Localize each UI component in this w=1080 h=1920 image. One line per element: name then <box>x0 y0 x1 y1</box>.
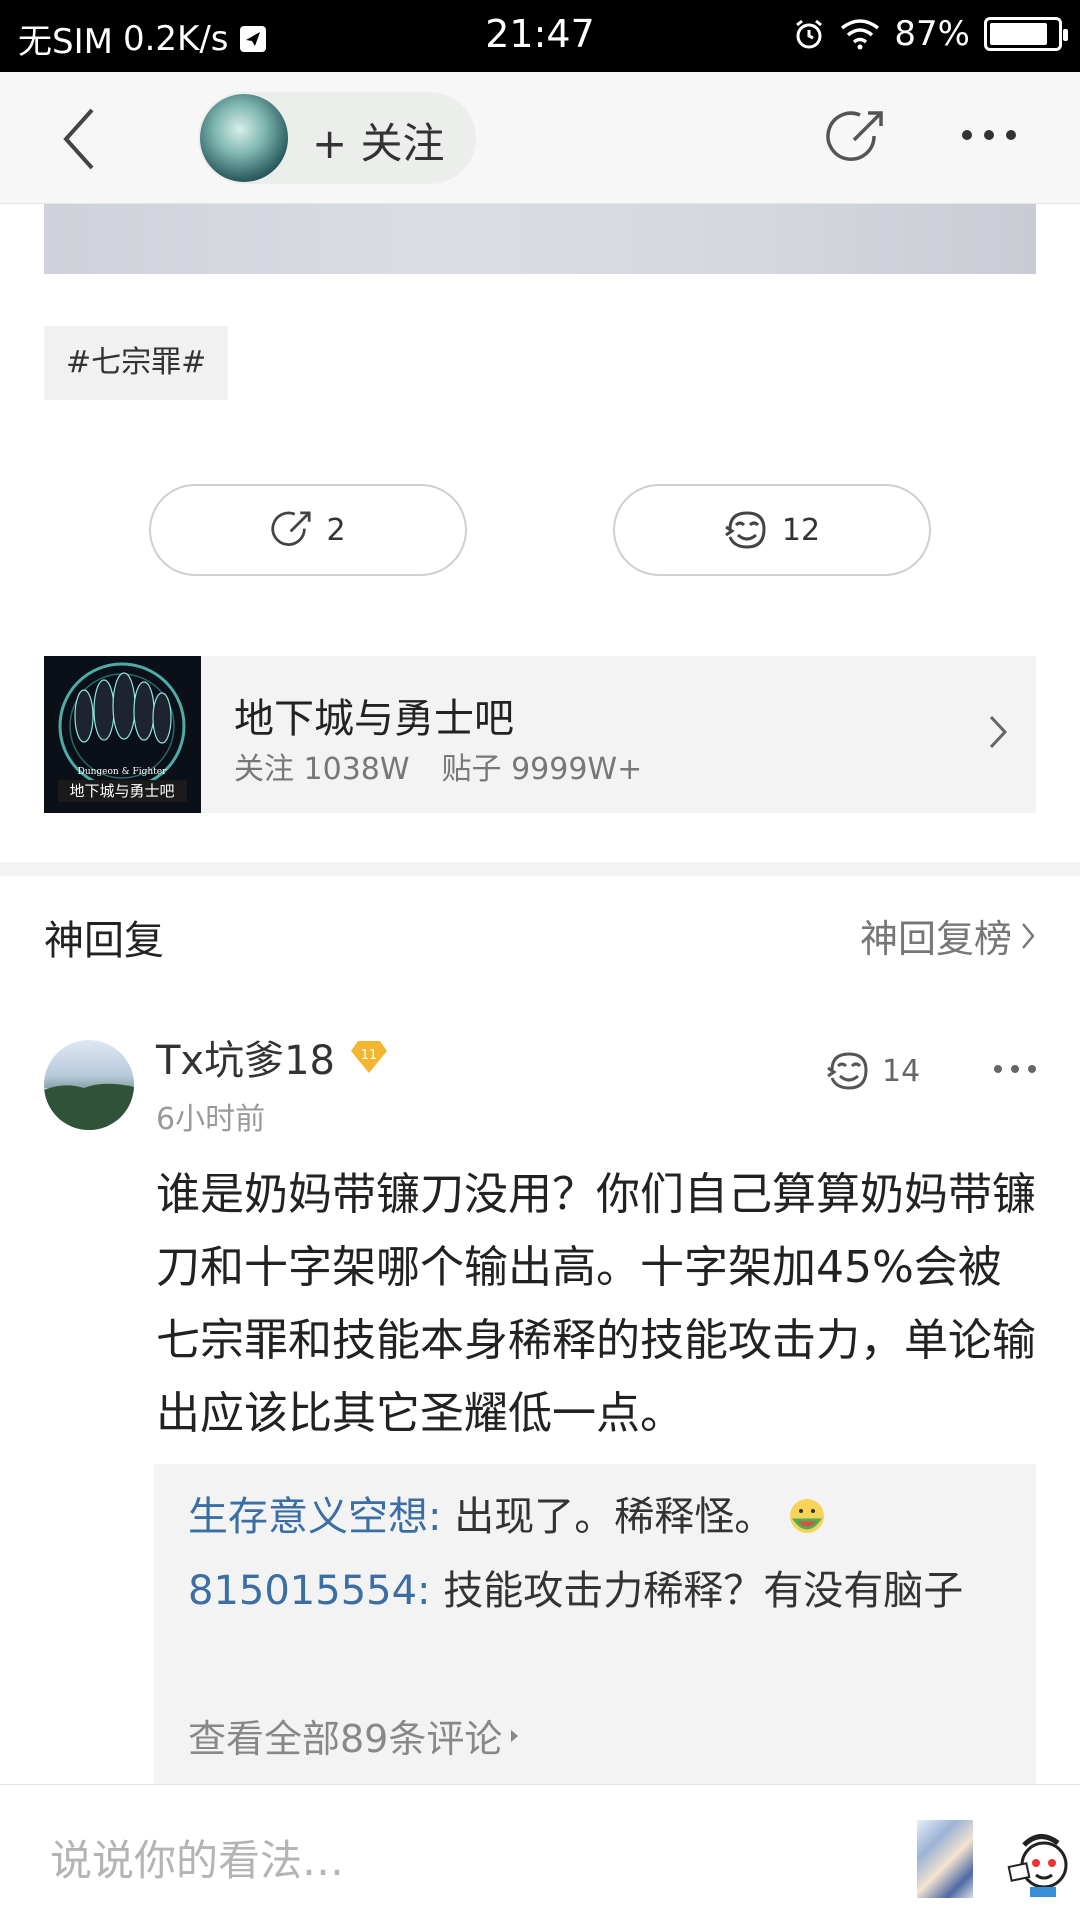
comment-input[interactable]: 说说你的看法… <box>50 1827 344 1888</box>
share-icon <box>271 511 312 546</box>
dot-icon <box>984 130 994 140</box>
commenter-name-row: Tx坑爹18 11 <box>156 1028 389 1086</box>
more-options-button[interactable] <box>962 130 1016 140</box>
reply-author[interactable]: 生存意义空想: <box>188 1494 441 1540</box>
reply-item[interactable]: 815015554: 技能攻击力稀释？有没有脑子 <box>188 1560 1008 1622</box>
image-picker-thumbnail[interactable] <box>917 1820 973 1898</box>
dot-icon <box>1006 130 1016 140</box>
level-badge-icon: 11 <box>351 1041 388 1073</box>
ranking-link-label: 神回复榜 <box>859 917 1012 961</box>
reply-item[interactable]: 生存意义空想: 出现了。稀释怪。 <box>188 1486 1008 1548</box>
wifi-icon <box>840 18 880 50</box>
forum-logo: Dungeon & Fighter 地下城与勇士吧 <box>44 656 201 813</box>
forum-follow-count: 关注 1038W <box>234 752 410 787</box>
section-divider <box>0 862 1080 876</box>
forum-post-count: 贴子 9999W+ <box>441 752 643 787</box>
caret-right-icon <box>511 1729 519 1742</box>
comment-more-button[interactable] <box>994 1065 1036 1073</box>
battery-icon <box>984 17 1068 51</box>
like-face-icon <box>725 511 766 549</box>
dot-icon <box>1028 1065 1036 1073</box>
reply-text: 出现了。稀释怪。 <box>454 1494 775 1540</box>
view-all-label: 查看全部89条评论 <box>188 1717 503 1761</box>
view-all-comments-link[interactable]: 查看全部89条评论 <box>188 1708 520 1763</box>
hot-replies-title: 神回复 <box>44 918 164 964</box>
commenter-name[interactable]: Tx坑爹18 <box>156 1028 335 1086</box>
battery-level <box>990 23 1048 45</box>
share-count-button[interactable]: 2 <box>149 484 467 576</box>
comment-like-count: 14 <box>882 1053 921 1089</box>
reply-author[interactable]: 815015554: <box>188 1568 431 1614</box>
svg-text:地下城与勇士吧: 地下城与勇士吧 <box>69 782 174 800</box>
follow-pill[interactable]: + 关注 <box>198 92 476 184</box>
comment-text[interactable]: 谁是奶妈带镰刀没用？你们自己算算奶妈带镰刀和十字架哪个输出高。十字架加45%会被… <box>156 1158 1036 1450</box>
topic-tag[interactable]: #七宗罪# <box>44 326 229 400</box>
level-badge-text: 11 <box>361 1048 378 1063</box>
follow-button-label[interactable]: + 关注 <box>312 110 445 171</box>
comment-like-button[interactable]: 14 <box>826 1050 920 1092</box>
share-icon <box>826 111 883 161</box>
forum-name: 地下城与勇士吧 <box>234 696 514 742</box>
share-count: 2 <box>326 512 346 548</box>
reply-text: 技能攻击力稀释？有没有脑子 <box>443 1568 964 1614</box>
chevron-left-icon <box>63 108 94 170</box>
emoji-sticker-button[interactable] <box>1004 1825 1074 1901</box>
alarm-icon <box>792 17 826 51</box>
watermelon-emoji-icon <box>789 1499 824 1533</box>
comment-input-bar: 说说你的看法… <box>0 1784 1080 1920</box>
hot-replies-ranking-link[interactable]: 神回复榜 <box>860 908 1036 963</box>
dot-icon <box>994 1065 1002 1073</box>
status-bar: 无SIM 0.2K/s 21:47 87% <box>0 0 1080 72</box>
chevron-right-icon <box>1022 922 1035 949</box>
battery-percent: 87% <box>894 14 970 54</box>
comment-time: 6小时前 <box>156 1102 266 1137</box>
reply-preview-box[interactable]: 生存意义空想: 出现了。稀释怪。 815015554: 技能攻击力稀释？有没有脑… <box>154 1464 1036 1784</box>
like-count-button[interactable]: 12 <box>613 484 931 576</box>
forum-stats: 关注 1038W 贴子 9999W+ <box>234 744 642 788</box>
chevron-right-icon <box>988 714 1008 754</box>
top-nav: + 关注 <box>0 72 1080 204</box>
like-face-icon <box>827 1052 868 1090</box>
dot-icon <box>1011 1065 1019 1073</box>
back-button[interactable] <box>58 104 118 174</box>
status-right: 87% <box>792 14 1068 54</box>
like-count: 12 <box>781 512 821 548</box>
sticker-icon <box>1007 1834 1068 1897</box>
author-avatar[interactable] <box>200 94 288 182</box>
svg-text:Dungeon & Fighter: Dungeon & Fighter <box>78 767 167 777</box>
forum-card[interactable]: Dungeon & Fighter 地下城与勇士吧 地下城与勇士吧 关注 103… <box>44 656 1036 813</box>
commenter-avatar[interactable] <box>44 1040 134 1130</box>
share-button[interactable] <box>824 106 888 170</box>
dot-icon <box>962 130 972 140</box>
post-image[interactable] <box>44 204 1036 274</box>
